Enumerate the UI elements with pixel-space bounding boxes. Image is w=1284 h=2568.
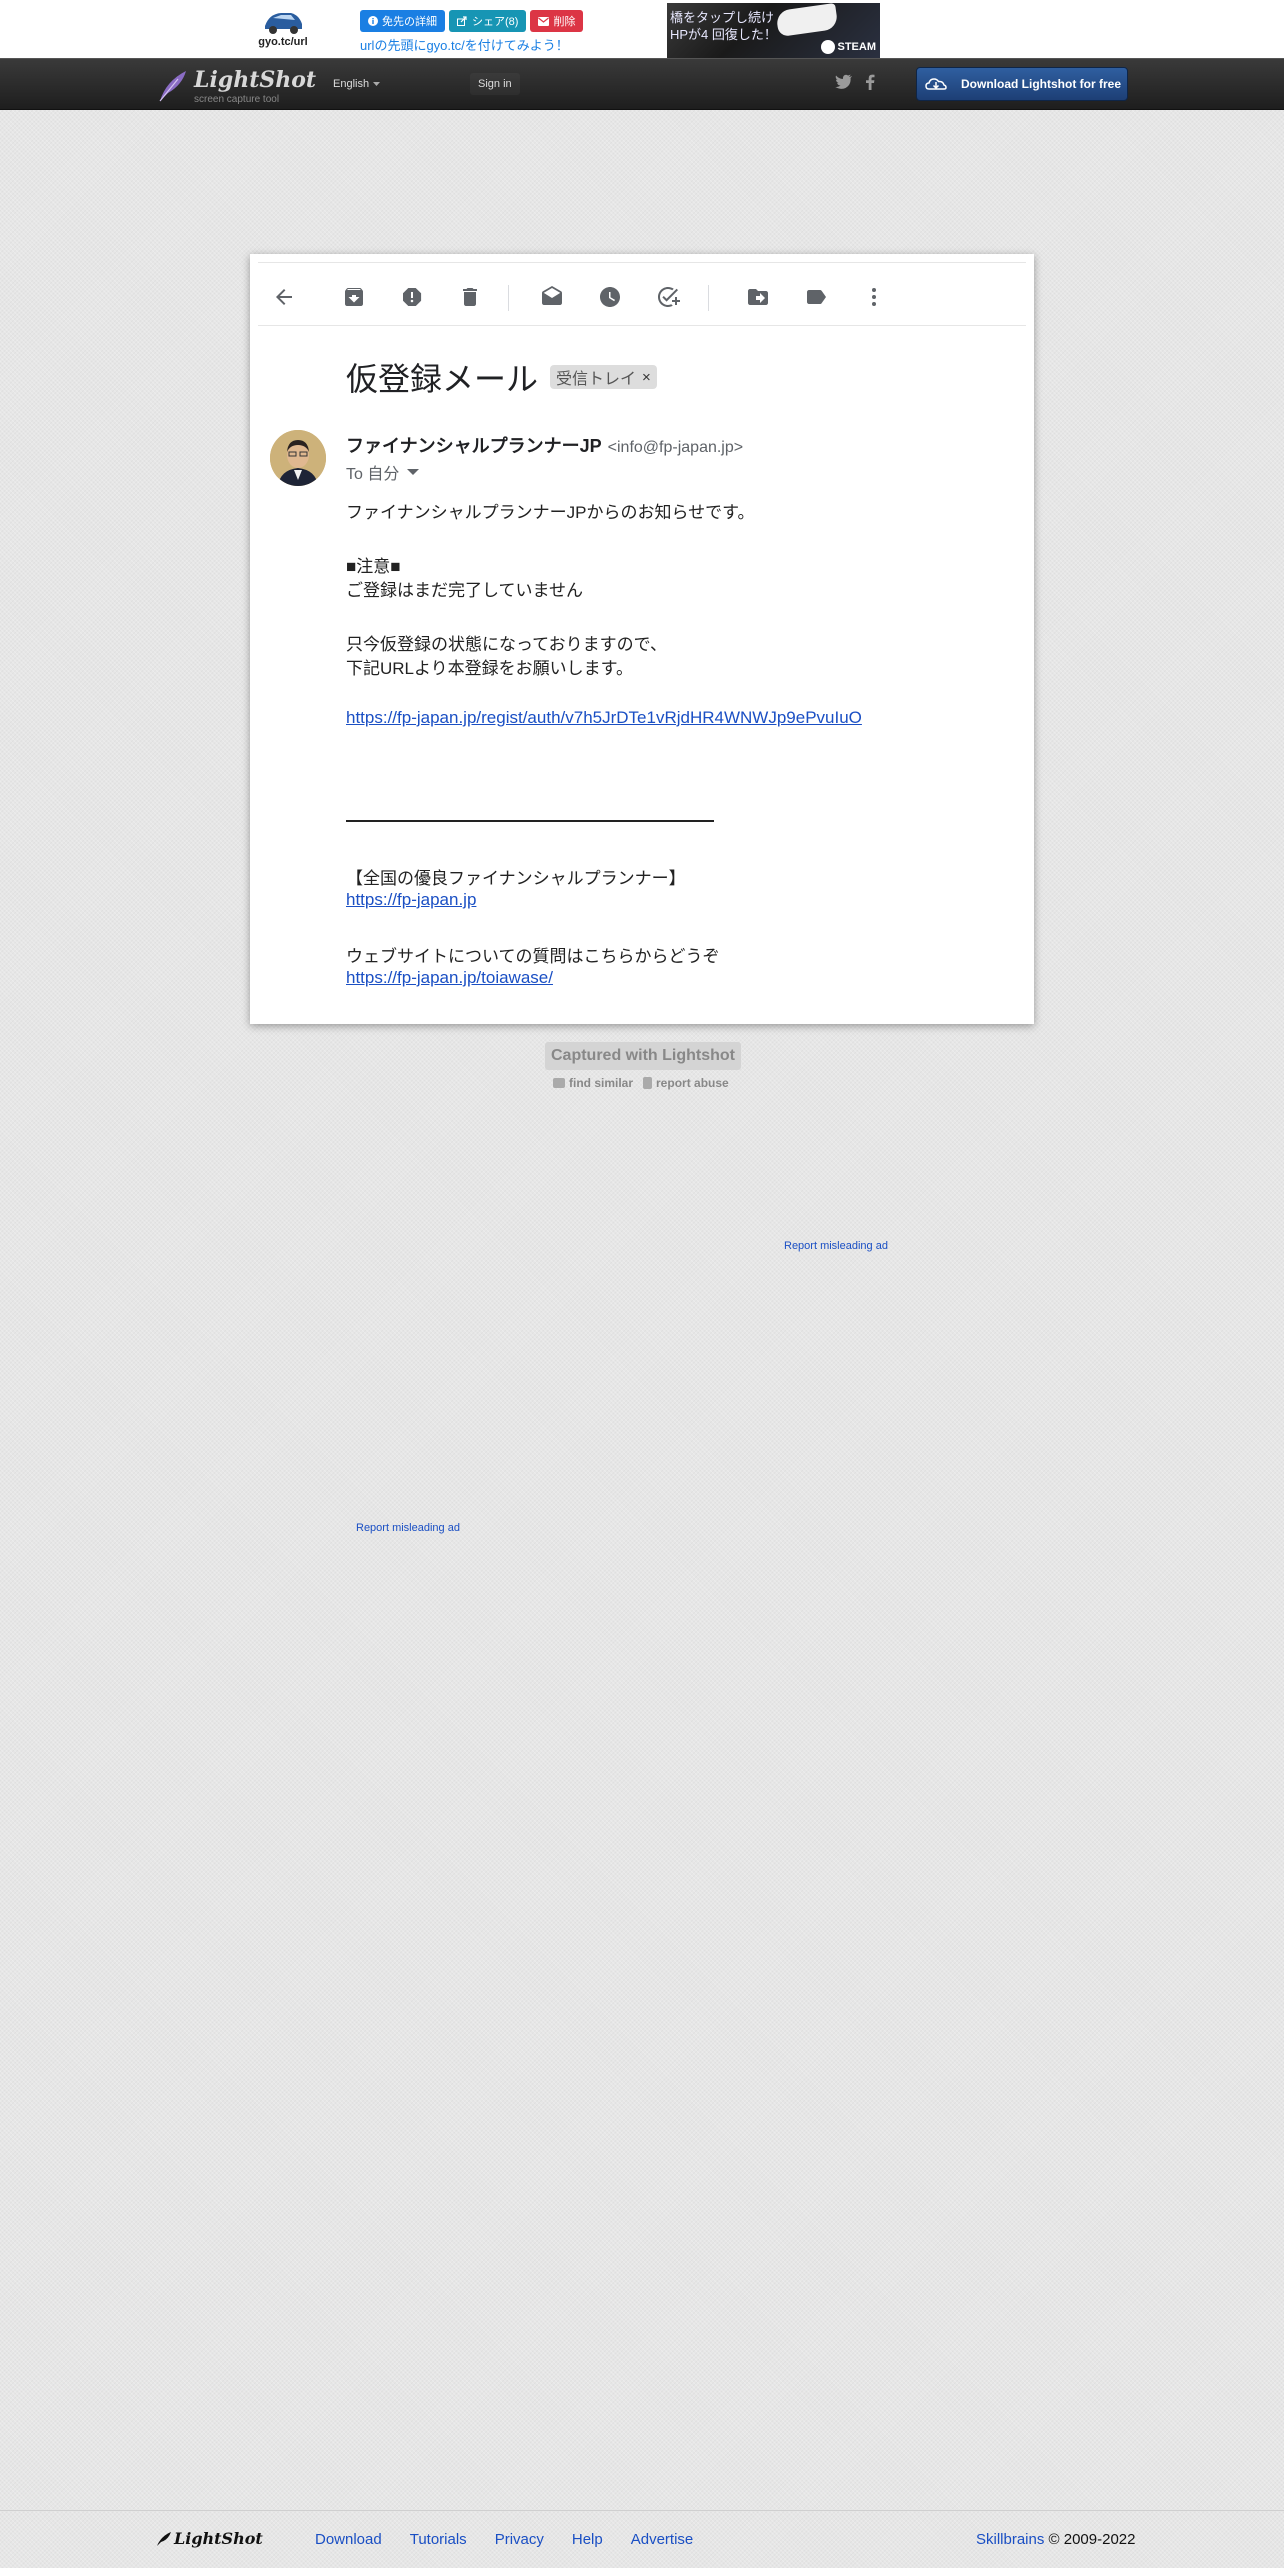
archive-icon[interactable]	[342, 285, 366, 309]
report-misleading-ad-link[interactable]: Report misleading ad	[356, 1522, 460, 1534]
sign-in-button[interactable]: Sign in	[470, 73, 520, 95]
snooze-clock-icon[interactable]	[598, 285, 622, 309]
brand-name: LightShot	[194, 67, 317, 93]
capture-actions: find similar report abuse	[553, 1076, 729, 1090]
ad-promo-link[interactable]: urlの先頭にgyo.tc/を付けてみよう！	[360, 35, 569, 54]
move-to-icon[interactable]	[746, 285, 770, 309]
feather-logo-icon	[157, 2531, 171, 2546]
email-subject: 仮登録メール 受信トレイ ×	[346, 354, 657, 400]
steam-brand-label: STEAM	[837, 41, 877, 53]
delete-trash-icon[interactable]	[458, 285, 482, 309]
twitter-icon[interactable]	[835, 74, 855, 94]
find-similar-label: find similar	[569, 1076, 634, 1090]
flag-icon	[643, 1077, 653, 1089]
footer-link-advertise[interactable]: Advertise	[631, 2531, 694, 2548]
footer-brand-name: LightShot	[174, 2529, 263, 2548]
hand-graphic	[775, 3, 839, 38]
inbox-label-text: 受信トレイ	[556, 371, 637, 388]
report-abuse-label: report abuse	[656, 1076, 729, 1090]
label-tag-icon[interactable]	[804, 285, 828, 309]
report-misleading-ad-link[interactable]: Report misleading ad	[784, 1240, 888, 1252]
site-footer: LightShot Download Tutorials Privacy Hel…	[0, 2510, 1284, 2568]
top-ad-banner: gyo.tc/url 免先の詳細 シェア(8) 削除 urlの先頭にgyo.tc…	[0, 0, 1284, 58]
ad-details-button[interactable]: 免先の詳細	[360, 10, 445, 32]
info-icon	[368, 16, 378, 26]
ad-share-label: シェア(8)	[472, 16, 519, 28]
footer-link-help[interactable]: Help	[572, 2531, 603, 2548]
report-abuse-link[interactable]: report abuse	[643, 1076, 729, 1090]
ad-details-label: 免先の詳細	[382, 16, 437, 28]
share-icon	[457, 16, 467, 26]
recipient-text: To 自分	[346, 466, 400, 483]
mark-unread-icon[interactable]	[540, 285, 564, 309]
company-link[interactable]: Skillbrains	[976, 2531, 1044, 2548]
registration-link[interactable]: https://fp-japan.jp/regist/auth/v7h5JrDT…	[346, 708, 862, 728]
body-notice-text: ご登録はまだ完了していません	[346, 581, 583, 600]
add-task-icon[interactable]	[656, 285, 680, 309]
car-logo-icon	[265, 13, 302, 34]
toolbar-divider	[508, 285, 509, 311]
signature-divider	[346, 820, 714, 822]
captured-screenshot: 仮登録メール 受信トレイ × ファイナンシャルプランナーJP <info@fp-…	[250, 254, 1034, 1024]
facebook-icon[interactable]	[865, 74, 885, 94]
copyright-text: © 2009-2022	[1048, 2531, 1136, 2548]
steam-ad-line2: HPが4 回復した！	[670, 27, 777, 42]
ad-delete-label: 削除	[553, 16, 576, 28]
download-button-label: Download Lightshot for free	[961, 77, 1121, 91]
person-photo-icon	[270, 430, 326, 486]
signature-title: 【全国の優良ファイナンシャルプランナー】	[346, 869, 686, 888]
footer-link-privacy[interactable]: Privacy	[495, 2531, 544, 2548]
brand-tagline: screen capture tool	[194, 94, 280, 105]
footer-nav: Download Tutorials Privacy Help Advertis…	[315, 2531, 693, 2548]
back-arrow-icon[interactable]	[272, 285, 296, 309]
steam-ad-line1: 橋をタップし続け	[670, 10, 775, 25]
steam-ad-image[interactable]: 橋をタップし続け HPが4 回復した！ STEAM	[667, 3, 880, 58]
sender-name[interactable]: ファイナンシャルプランナーJP	[346, 432, 602, 458]
social-links	[835, 74, 885, 94]
download-cloud-icon	[925, 78, 947, 90]
body-intro: ファイナンシャルプランナーJPからのお知らせです。	[346, 503, 755, 522]
language-selector[interactable]: English	[325, 73, 388, 95]
chevron-down-icon	[373, 81, 381, 86]
image-icon	[553, 1078, 565, 1088]
email-subject-text: 仮登録メール	[346, 361, 539, 397]
language-label: English	[333, 78, 370, 90]
sender-email: <info@fp-japan.jp>	[607, 439, 744, 456]
recipient-line[interactable]: To 自分	[346, 460, 420, 484]
gmail-toolbar	[258, 262, 1026, 326]
site-header: LightShot screen capture tool English Si…	[0, 58, 1284, 110]
inbox-label-chip[interactable]: 受信トレイ ×	[550, 365, 657, 389]
feather-logo-icon	[159, 71, 186, 102]
ad-share-button[interactable]: シェア(8)	[449, 10, 527, 32]
captured-with-lightshot-badge[interactable]: Captured with Lightshot	[545, 1042, 741, 1070]
report-spam-icon[interactable]	[400, 285, 424, 309]
ad-button-group: 免先の詳細 シェア(8) 削除	[360, 10, 584, 32]
lightshot-logo[interactable]: LightShot screen capture tool	[156, 65, 316, 105]
contact-text: ウェブサイトについての質問はこちらからどうぞ	[346, 947, 720, 966]
footer-link-download[interactable]: Download	[315, 2531, 382, 2548]
gyo-logo-text: gyo.tc/url	[258, 36, 308, 48]
steam-logo-icon	[820, 40, 835, 54]
sender-avatar[interactable]	[270, 430, 326, 486]
download-lightshot-button[interactable]: Download Lightshot for free	[916, 67, 1128, 101]
sender-info: ファイナンシャルプランナーJP <info@fp-japan.jp>	[346, 432, 743, 458]
footer-link-tutorials[interactable]: Tutorials	[410, 2531, 467, 2548]
mail-icon	[538, 16, 550, 26]
gyo-logo[interactable]: gyo.tc/url	[254, 6, 312, 52]
more-options-icon[interactable]	[862, 285, 886, 309]
footer-logo[interactable]: LightShot	[156, 2529, 263, 2548]
steam-brand: STEAM	[820, 40, 877, 54]
ad-delete-button[interactable]: 削除	[530, 10, 584, 32]
steam-ad-text: 橋をタップし続け HPが4 回復した！	[670, 9, 777, 43]
copyright: Skillbrains © 2009-2022	[976, 2531, 1135, 2548]
body-line-b: 下記URLより本登録をお願いします。	[346, 659, 633, 678]
site-link[interactable]: https://fp-japan.jp	[346, 890, 476, 910]
close-icon[interactable]: ×	[642, 369, 651, 386]
toolbar-divider	[708, 285, 709, 311]
body-notice-heading: ■注意■	[346, 557, 401, 576]
caret-down-icon[interactable]	[407, 469, 420, 475]
find-similar-link[interactable]: find similar	[553, 1076, 633, 1090]
body-line-a: 只今仮登録の状態になっておりますので、	[346, 635, 667, 654]
contact-link[interactable]: https://fp-japan.jp/toiawase/	[346, 968, 553, 988]
